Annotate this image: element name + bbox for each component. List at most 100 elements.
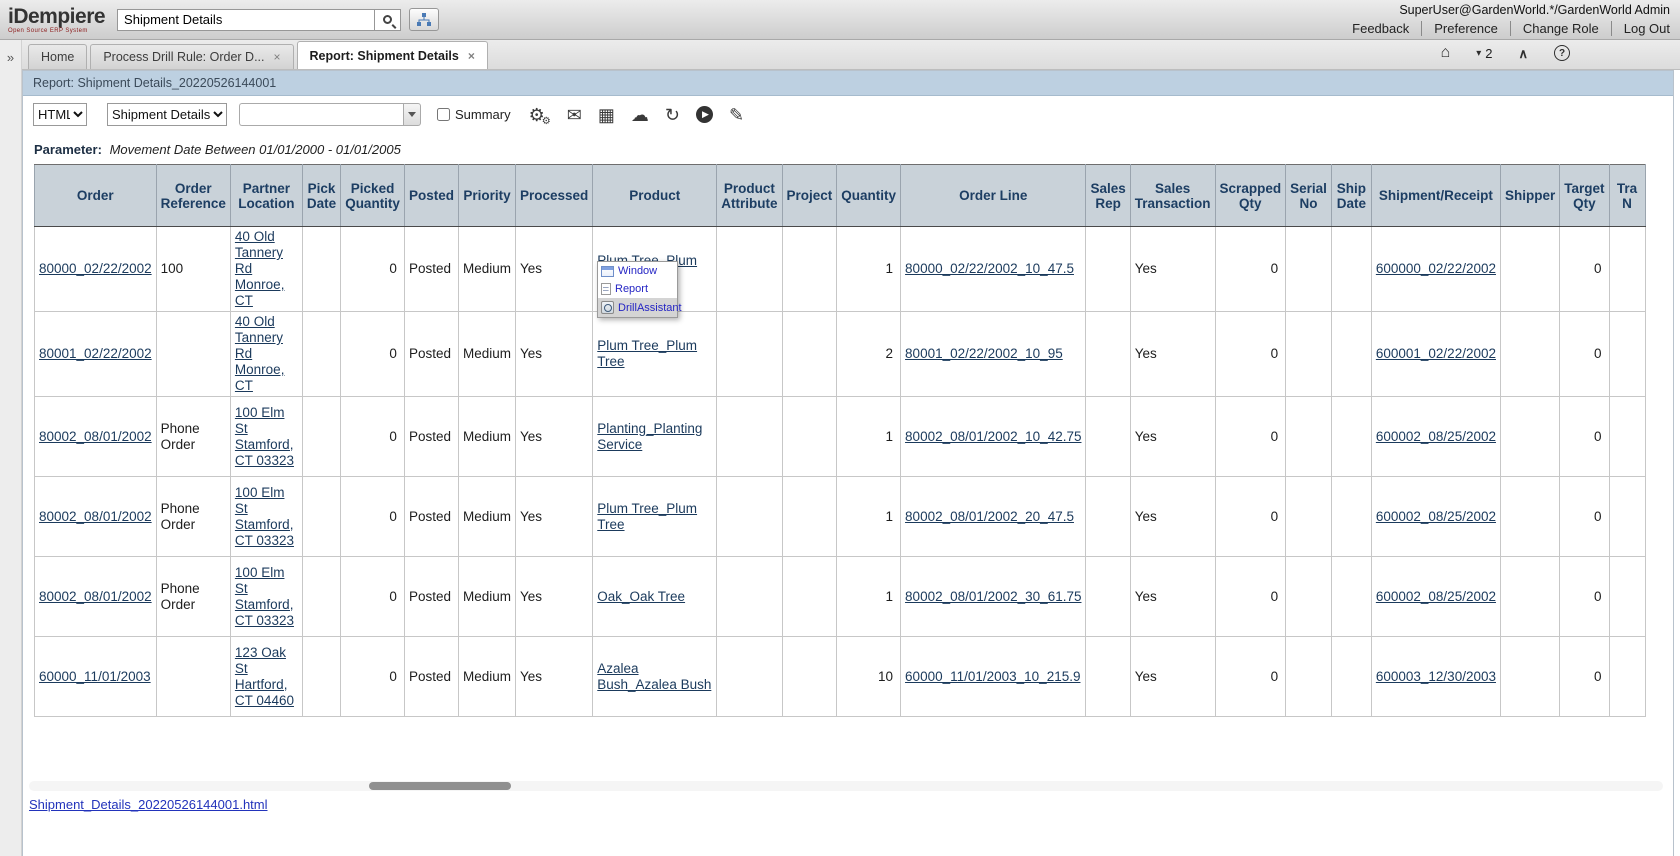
order_line-link[interactable]: 80000_02/22/2002_10_47.5 bbox=[905, 261, 1074, 276]
search-button[interactable] bbox=[375, 9, 401, 31]
product-link[interactable]: Planting_Planting Service bbox=[597, 421, 702, 452]
order-link[interactable]: 80002_08/01/2002 bbox=[39, 509, 152, 524]
collapse-header-icon[interactable]: ∧ bbox=[1518, 47, 1528, 60]
tab-home[interactable]: Home bbox=[28, 44, 87, 69]
cell-scrapped_qty: 0 bbox=[1215, 397, 1286, 477]
partner_location-link[interactable]: 40 Old Tannery Rd Monroe, CT bbox=[235, 314, 285, 393]
cell-order: 80002_08/01/2002 bbox=[35, 397, 157, 477]
cell-product: Planting_Planting Service bbox=[593, 397, 717, 477]
cell-product: Azalea Bush_Azalea Bush bbox=[593, 637, 717, 717]
filter-combobox-input[interactable] bbox=[239, 103, 403, 126]
order-link[interactable]: 80002_08/01/2002 bbox=[39, 589, 152, 604]
header-link-log-out[interactable]: Log Out bbox=[1611, 21, 1670, 36]
cell-processed: Yes bbox=[515, 312, 592, 397]
report-view-select[interactable]: Shipment Details bbox=[107, 103, 227, 126]
partner_location-link[interactable]: 100 Elm St Stamford, CT 03323 bbox=[235, 405, 294, 468]
product-link[interactable]: Plum Tree_Plum Tree bbox=[597, 501, 697, 532]
report-file-link[interactable]: Shipment_Details_20220526144001.html bbox=[29, 797, 268, 812]
drill-assistant-icon bbox=[601, 301, 614, 314]
shipment_receipt-link[interactable]: 600000_02/22/2002 bbox=[1376, 261, 1496, 276]
cell-sales_rep bbox=[1086, 477, 1130, 557]
order-link[interactable]: 60000_11/01/2003 bbox=[39, 669, 151, 684]
order_line-link[interactable]: 60000_11/01/2003_10_215.9 bbox=[905, 669, 1080, 684]
cell-picked_quantity: 0 bbox=[341, 477, 405, 557]
combo-dropdown-button[interactable] bbox=[403, 103, 421, 126]
cell-tracking bbox=[1609, 397, 1645, 477]
order-link[interactable]: 80000_02/22/2002 bbox=[39, 261, 152, 276]
order-link[interactable]: 80001_02/22/2002 bbox=[39, 346, 152, 361]
tabbar-icons: ⌂ ▾ 2 ∧ ? bbox=[1441, 45, 1570, 61]
product-link[interactable]: Plum Tree_Plum Tree bbox=[597, 338, 697, 369]
cell-shipment_receipt: 600002_08/25/2002 bbox=[1371, 397, 1500, 477]
context-menu-item-label: DrillAssistant bbox=[618, 302, 682, 314]
header-link-feedback[interactable]: Feedback bbox=[1340, 21, 1421, 36]
top-header: iDempiere Open Source ERP System SuperUs… bbox=[0, 0, 1680, 40]
header-links: FeedbackPreferenceChange RoleLog Out bbox=[1340, 21, 1670, 36]
home-icon[interactable]: ⌂ bbox=[1441, 45, 1451, 61]
run-icon[interactable]: ▶ bbox=[696, 106, 713, 123]
summary-label: Summary bbox=[455, 107, 511, 122]
cell-priority: Medium bbox=[458, 557, 515, 637]
export-cloud-icon[interactable]: ☁ bbox=[631, 106, 649, 124]
order-link[interactable]: 80002_08/01/2002 bbox=[39, 429, 152, 444]
cell-quantity: 10 bbox=[837, 637, 901, 717]
column-header-product_attribute: Product Attribute bbox=[717, 165, 782, 227]
partner_location-link[interactable]: 40 Old Tannery Rd Monroe, CT bbox=[235, 229, 285, 308]
order_line-link[interactable]: 80001_02/22/2002_10_95 bbox=[905, 346, 1063, 361]
context-menu-item-drill-assistant[interactable]: DrillAssistant bbox=[598, 298, 677, 317]
send-mail-icon[interactable]: ✉ bbox=[567, 106, 582, 124]
chevron-down-icon bbox=[408, 112, 416, 117]
customize-icon[interactable]: ✎ bbox=[729, 106, 744, 124]
tab-process-drill-rule[interactable]: Process Drill Rule: Order D...× bbox=[90, 44, 293, 69]
cell-picked_quantity: 0 bbox=[341, 557, 405, 637]
process-icon[interactable]: ⚙⚙ bbox=[529, 106, 545, 124]
cell-shipment_receipt: 600001_02/22/2002 bbox=[1371, 312, 1500, 397]
horizontal-scrollbar[interactable] bbox=[29, 781, 1663, 791]
hscrollbar-thumb[interactable] bbox=[369, 782, 511, 790]
global-search-input[interactable] bbox=[117, 9, 375, 31]
tab-close-icon[interactable]: × bbox=[274, 51, 281, 63]
cell-pick_date bbox=[302, 477, 340, 557]
partner_location-link[interactable]: 100 Elm St Stamford, CT 03323 bbox=[235, 485, 294, 548]
context-menu-item-report[interactable]: Report bbox=[598, 280, 677, 298]
menu-tree-button[interactable] bbox=[409, 8, 439, 31]
window-list-dropdown[interactable]: ▾ 2 bbox=[1476, 46, 1492, 61]
partner_location-link[interactable]: 123 Oak St Hartford, CT 04460 bbox=[235, 645, 294, 708]
refresh-icon[interactable]: ↻ bbox=[665, 106, 680, 124]
shipment_receipt-link[interactable]: 600002_08/25/2002 bbox=[1376, 589, 1496, 604]
sidebar-expander-icon[interactable]: » bbox=[0, 50, 21, 65]
summary-checkbox[interactable] bbox=[437, 108, 450, 121]
product-link[interactable]: Azalea Bush_Azalea Bush bbox=[597, 661, 711, 692]
context-menu-item-window[interactable]: Window bbox=[598, 262, 677, 280]
tab-close-icon[interactable]: × bbox=[468, 50, 475, 62]
cell-ship_date bbox=[1331, 397, 1371, 477]
product-link[interactable]: Oak_Oak Tree bbox=[597, 589, 685, 604]
order_line-link[interactable]: 80002_08/01/2002_20_47.5 bbox=[905, 509, 1074, 524]
tab-report-shipment-details[interactable]: Report: Shipment Details× bbox=[297, 41, 488, 69]
shipment_receipt-link[interactable]: 600003_12/30/2003 bbox=[1376, 669, 1496, 684]
header-link-change-role[interactable]: Change Role bbox=[1510, 21, 1611, 36]
shipment_receipt-link[interactable]: 600002_08/25/2002 bbox=[1376, 429, 1496, 444]
order_line-link[interactable]: 80002_08/01/2002_10_42.75 bbox=[905, 429, 1081, 444]
format-select[interactable]: HTML bbox=[33, 103, 87, 126]
archive-icon[interactable]: ▦ bbox=[598, 106, 615, 124]
cell-processed: Yes bbox=[515, 227, 592, 312]
cell-order_reference: Phone Order bbox=[156, 557, 230, 637]
cell-order_line: 80000_02/22/2002_10_47.5 bbox=[901, 227, 1086, 312]
context-menu-item-label: Report bbox=[615, 283, 648, 295]
order_line-link[interactable]: 80002_08/01/2002_30_61.75 bbox=[905, 589, 1081, 604]
cell-product_attribute bbox=[717, 312, 782, 397]
partner_location-link[interactable]: 100 Elm St Stamford, CT 03323 bbox=[235, 565, 294, 628]
app-logo: iDempiere Open Source ERP System bbox=[8, 6, 105, 34]
shipment_receipt-link[interactable]: 600002_08/25/2002 bbox=[1376, 509, 1496, 524]
cell-ship_date bbox=[1331, 227, 1371, 312]
help-icon[interactable]: ? bbox=[1554, 45, 1570, 61]
header-link-preference[interactable]: Preference bbox=[1421, 21, 1510, 36]
shipment_receipt-link[interactable]: 600001_02/22/2002 bbox=[1376, 346, 1496, 361]
tab-bar: HomeProcess Drill Rule: Order D...×Repor… bbox=[22, 40, 1680, 70]
report-title-bar: Report: Shipment Details_20220526144001 bbox=[23, 71, 1673, 96]
cell-picked_quantity: 0 bbox=[341, 312, 405, 397]
cell-target_qty: 0 bbox=[1560, 557, 1609, 637]
cell-scrapped_qty: 0 bbox=[1215, 227, 1286, 312]
cell-order_reference: 100 bbox=[156, 227, 230, 312]
